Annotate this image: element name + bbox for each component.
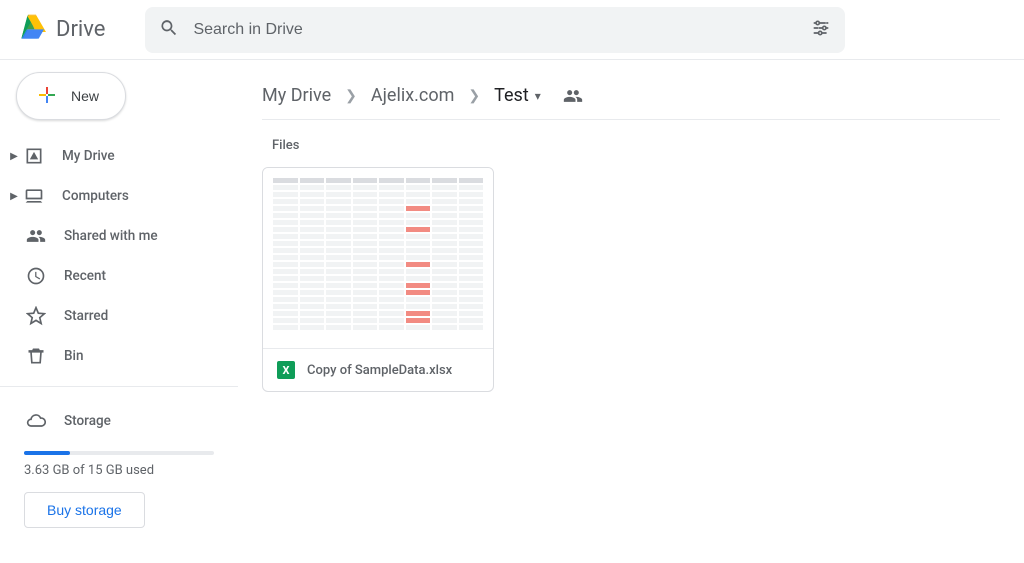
sidebar-item-recent[interactable]: Recent — [0, 256, 238, 296]
breadcrumb-current[interactable]: Test ▾ — [494, 85, 541, 106]
divider — [0, 386, 238, 387]
excel-icon: X — [277, 361, 295, 379]
sidebar-item-storage[interactable]: Storage — [0, 401, 238, 441]
app-title: Drive — [56, 17, 105, 42]
sidebar-item-label: My Drive — [62, 148, 115, 164]
caret-icon: ▶ — [8, 151, 20, 162]
share-folder-icon[interactable] — [563, 86, 583, 106]
storage-block: 3.63 GB of 15 GB used Buy storage — [0, 441, 238, 528]
buy-storage-button[interactable]: Buy storage — [24, 492, 145, 528]
sidebar-item-label: Starred — [64, 308, 108, 324]
file-thumbnail — [263, 168, 493, 348]
file-card[interactable]: X Copy of SampleData.xlsx — [262, 167, 494, 392]
cloud-icon — [24, 409, 48, 433]
breadcrumb-item[interactable]: My Drive — [262, 85, 331, 106]
drive-folder-icon — [22, 144, 46, 168]
file-name: Copy of SampleData.xlsx — [307, 363, 452, 378]
sidebar-item-computers[interactable]: ▶ Computers — [0, 176, 238, 216]
chevron-right-icon: ❯ — [345, 88, 357, 104]
header: Drive — [0, 0, 1024, 60]
drive-logo-icon — [16, 12, 48, 48]
trash-icon — [24, 344, 48, 368]
storage-bar-fill — [24, 451, 70, 455]
sidebar-item-label: Computers — [62, 188, 129, 204]
main: My Drive ❯ Ajelix.com ❯ Test ▾ Files — [238, 60, 1024, 563]
breadcrumb-item[interactable]: Ajelix.com — [371, 85, 455, 106]
sidebar-item-label: Recent — [64, 268, 106, 284]
storage-bar — [24, 451, 214, 455]
files-section-label: Files — [272, 138, 1000, 153]
search-input[interactable] — [193, 21, 797, 39]
breadcrumb: My Drive ❯ Ajelix.com ❯ Test ▾ — [262, 72, 1000, 120]
chevron-down-icon: ▾ — [535, 89, 541, 103]
search-icon — [159, 18, 179, 42]
laptop-icon — [22, 184, 46, 208]
sidebar: New ▶ My Drive ▶ Computers — [0, 60, 238, 563]
sidebar-item-shared[interactable]: Shared with me — [0, 216, 238, 256]
new-button[interactable]: New — [16, 72, 126, 120]
nav: ▶ My Drive ▶ Computers Shared with me — [0, 136, 238, 441]
chevron-right-icon: ❯ — [468, 88, 480, 104]
sidebar-item-starred[interactable]: Starred — [0, 296, 238, 336]
plus-icon — [35, 83, 59, 110]
search-options-icon[interactable] — [811, 18, 831, 42]
caret-icon: ▶ — [8, 191, 20, 202]
people-icon — [24, 224, 48, 248]
logo[interactable]: Drive — [16, 12, 105, 48]
clock-icon — [24, 264, 48, 288]
sidebar-item-label: Bin — [64, 348, 83, 364]
sidebar-item-label: Storage — [64, 413, 111, 429]
breadcrumb-current-label: Test — [494, 85, 529, 106]
sidebar-item-mydrive[interactable]: ▶ My Drive — [0, 136, 238, 176]
star-icon — [24, 304, 48, 328]
sidebar-item-bin[interactable]: Bin — [0, 336, 238, 376]
new-button-label: New — [71, 88, 99, 104]
file-card-footer: X Copy of SampleData.xlsx — [263, 348, 493, 391]
storage-used-text: 3.63 GB of 15 GB used — [24, 463, 214, 478]
search-bar[interactable] — [145, 7, 845, 53]
sidebar-item-label: Shared with me — [64, 228, 158, 244]
